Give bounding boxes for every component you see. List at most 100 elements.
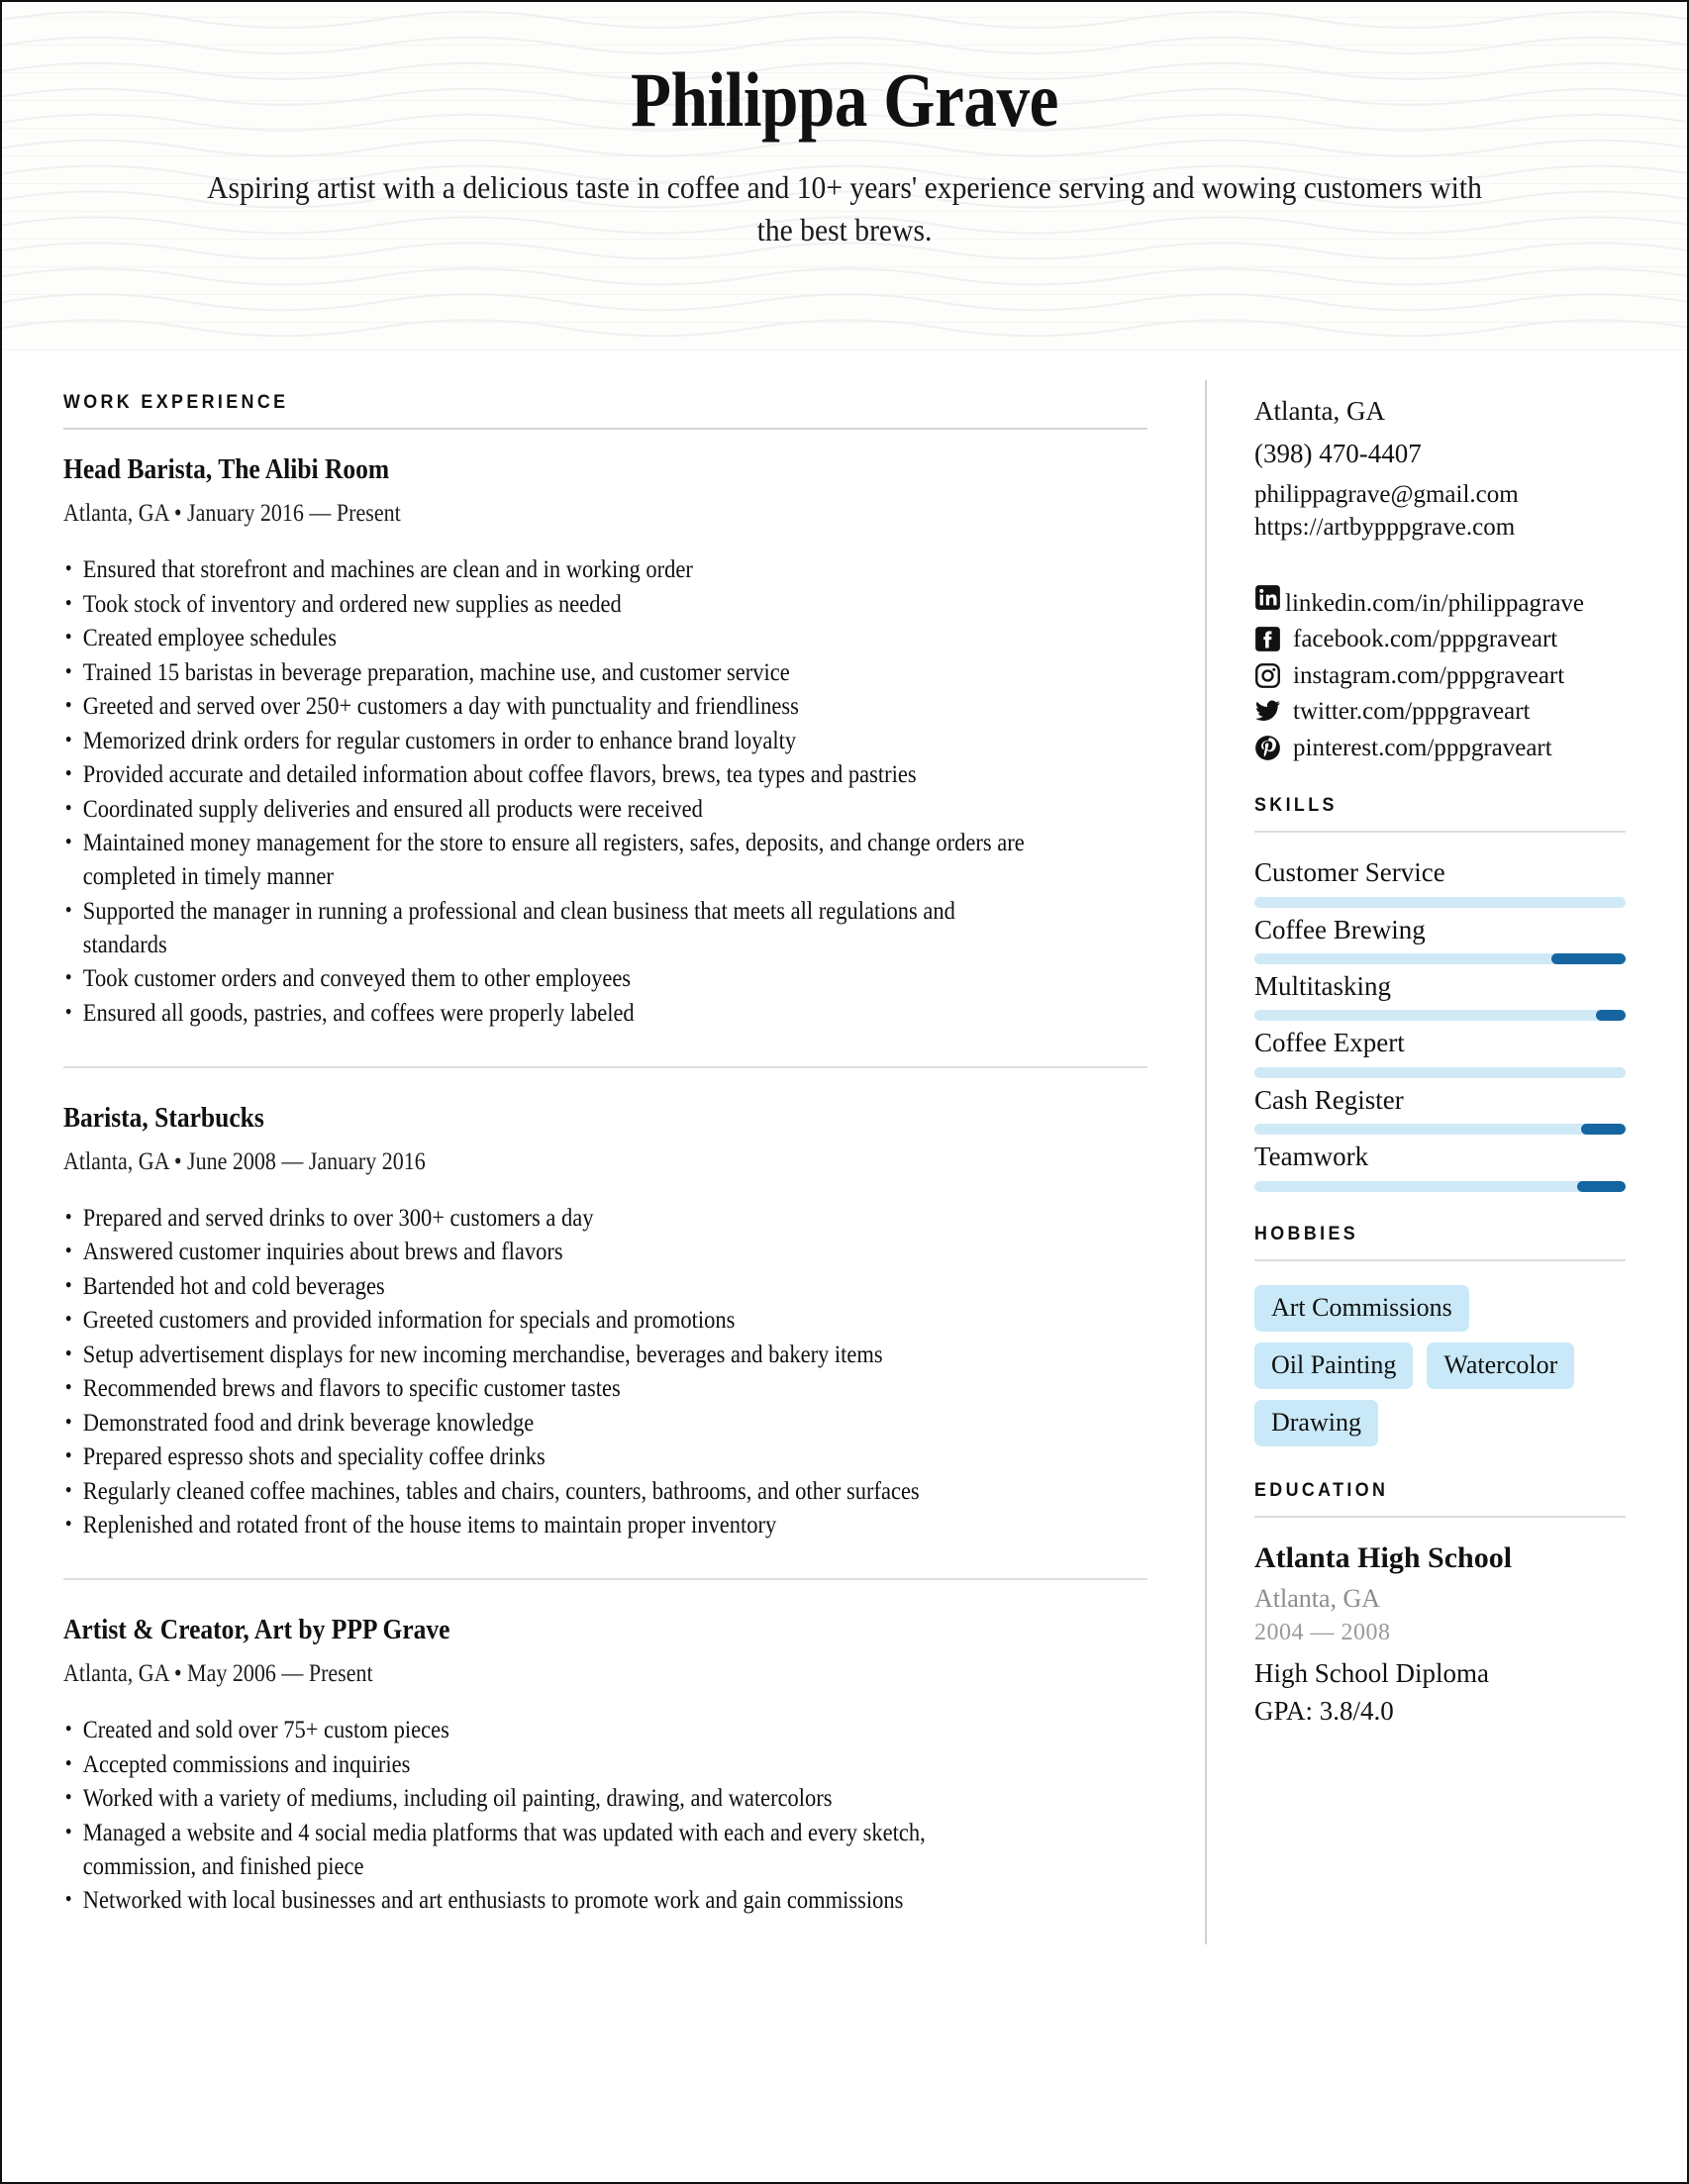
job-bullet: Took stock of inventory and ordered new … [63,588,1040,622]
job-bullet: Bartended hot and cold beverages [63,1270,1040,1304]
job-entry: Head Barista, The Alibi Room Atlanta, GA… [63,453,1147,1031]
social-link-label: facebook.com/pppgraveart [1293,626,1558,653]
skill-item: Coffee Expert [1254,1027,1626,1078]
contact-block: Atlanta, GA (398) 470-4407 philippagrave… [1254,392,1626,545]
job-bullet: Prepared and served drinks to over 300+ … [63,1202,1040,1236]
skill-bar [1254,1124,1626,1136]
job-bullet: Greeted and served over 250+ customers a… [63,690,1040,724]
job-bullet: Created employee schedules [63,622,1040,655]
job-bullet-list: Prepared and served drinks to over 300+ … [63,1202,1147,1543]
skill-name: Teamwork [1254,1142,1369,1172]
job-entry: Artist & Creator, Art by PPP Grave Atlan… [63,1614,1147,1918]
facebook-icon [1254,626,1281,652]
section-title-education: EDUCATION [1254,1480,1389,1502]
section-rule-skills [1254,831,1626,834]
education-school: Atlanta High School [1254,1541,1513,1575]
job-title: Barista, Starbucks [63,1101,264,1134]
contact-phone[interactable]: (398) 470-4407 [1254,435,1626,472]
skill-name: Customer Service [1254,857,1445,888]
skill-bar [1254,952,1626,964]
main-column: WORK EXPERIENCE Head Barista, The Alibi … [2,392,1205,1944]
education-degree: High School Diploma [1254,1658,1489,1689]
candidate-name: Philippa Grave [631,56,1058,143]
hobby-tag-list: Art Commissions Oil Painting Watercolor … [1254,1284,1626,1447]
social-link-label: pinterest.com/pppgraveart [1293,734,1552,761]
resume-body: WORK EXPERIENCE Head Barista, The Alibi … [2,350,1687,1944]
job-bullet: Ensured all goods, pastries, and coffees… [63,997,1040,1031]
job-bullet: Greeted customers and provided informati… [63,1304,1040,1338]
twitter-icon [1254,698,1281,725]
job-bullet: Setup advertisement displays for new inc… [63,1339,1040,1372]
skill-item: Customer Service [1254,856,1626,908]
skill-bar-fill [1581,1124,1626,1136]
job-entry: Barista, Starbucks Atlanta, GA • June 20… [63,1102,1147,1543]
section-rule-hobbies [1254,1258,1626,1261]
job-meta: Atlanta, GA • January 2016 — Present [63,500,401,527]
hobby-tag: Oil Painting [1254,1341,1414,1389]
resume-header: Philippa Grave Aspiring artist with a de… [2,2,1687,350]
pinterest-icon [1254,735,1281,761]
sidebar-column: Atlanta, GA (398) 470-4407 philippagrave… [1207,392,1687,1944]
job-title: Artist & Creator, Art by PPP Grave [63,1614,450,1645]
skill-bar [1254,1066,1626,1078]
job-separator [63,1065,1147,1068]
resume-page: Philippa Grave Aspiring artist with a de… [0,0,1689,2184]
social-link-label: instagram.com/pppgraveart [1293,661,1565,689]
section-rule-work-experience [63,428,1147,430]
skill-bar [1254,1180,1626,1192]
hobby-tag: Art Commissions [1254,1284,1469,1332]
skill-bar-fill [1596,1010,1626,1022]
skill-item: Multitasking [1254,970,1626,1022]
job-bullet: Supported the manager in running a profe… [63,895,1040,962]
job-bullet: Networked with local businesses and art … [63,1884,1040,1918]
job-bullet: Provided accurate and detailed informati… [63,758,1040,792]
skill-bar-fill [1551,952,1626,964]
contact-email[interactable]: philippagrave@gmail.com [1254,478,1626,512]
job-bullet: Worked with a variety of mediums, includ… [63,1782,1040,1816]
job-meta: Atlanta, GA • June 2008 — January 2016 [63,1147,426,1175]
job-bullet: Took customer orders and conveyed them t… [63,962,1040,996]
social-link-linkedin[interactable]: linkedin.com/in/philippagrave [1254,584,1626,618]
social-link-twitter[interactable]: twitter.com/pppgraveart [1254,698,1626,726]
job-bullet: Maintained money management for the stor… [63,827,1040,894]
education-gpa: GPA: 3.8/4.0 [1254,1696,1394,1727]
social-link-label: twitter.com/pppgraveart [1293,698,1531,726]
skill-name: Cash Register [1254,1084,1404,1115]
job-bullet: Memorized drink orders for regular custo… [63,725,1040,758]
social-link-label: linkedin.com/in/philippagrave [1285,589,1585,617]
job-bullet: Coordinated supply deliveries and ensure… [63,793,1040,827]
job-bullet-list: Ensured that storefront and machines are… [63,553,1147,1031]
skill-name: Coffee Brewing [1254,914,1426,944]
skill-name: Multitasking [1254,970,1392,1001]
social-links: linkedin.com/in/philippagrave facebook.c… [1254,584,1626,762]
contact-website[interactable]: https://artbypppgrave.com [1254,511,1626,545]
job-bullet: Ensured that storefront and machines are… [63,553,1040,587]
skill-bar [1254,896,1626,908]
job-bullet: Prepared espresso shots and speciality c… [63,1440,1040,1474]
skill-bar [1254,1010,1626,1022]
job-meta: Atlanta, GA • May 2006 — Present [63,1660,373,1687]
job-bullet: Recommended brews and flavors to specifi… [63,1372,1040,1406]
education-dates: 2004 — 2008 [1254,1620,1391,1646]
job-bullet: Demonstrated food and drink beverage kno… [63,1407,1040,1440]
candidate-tagline: Aspiring artist with a delicious taste i… [207,169,1482,248]
social-link-facebook[interactable]: facebook.com/pppgraveart [1254,626,1626,653]
job-bullet: Regularly cleaned coffee machines, table… [63,1475,1040,1509]
skill-item: Cash Register [1254,1084,1626,1136]
job-bullet: Replenished and rotated front of the hou… [63,1509,1040,1542]
education-entry: Atlanta High School Atlanta, GA 2004 — 2… [1254,1541,1626,1727]
job-title: Head Barista, The Alibi Room [63,453,390,485]
social-link-pinterest[interactable]: pinterest.com/pppgraveart [1254,735,1626,762]
job-bullet-list: Created and sold over 75+ custom pieces … [63,1714,1147,1918]
skill-item: Coffee Brewing [1254,914,1626,964]
skill-name: Coffee Expert [1254,1028,1405,1058]
job-bullet: Managed a website and 4 social media pla… [63,1817,1040,1884]
job-bullet: Accepted commissions and inquiries [63,1748,1040,1782]
section-rule-education [1254,1516,1626,1519]
skill-item: Teamwork [1254,1141,1626,1192]
hobby-tag: Drawing [1254,1399,1378,1447]
job-bullet: Answered customer inquiries about brews … [63,1236,1040,1269]
job-separator [63,1578,1147,1580]
social-link-instagram[interactable]: instagram.com/pppgraveart [1254,662,1626,690]
